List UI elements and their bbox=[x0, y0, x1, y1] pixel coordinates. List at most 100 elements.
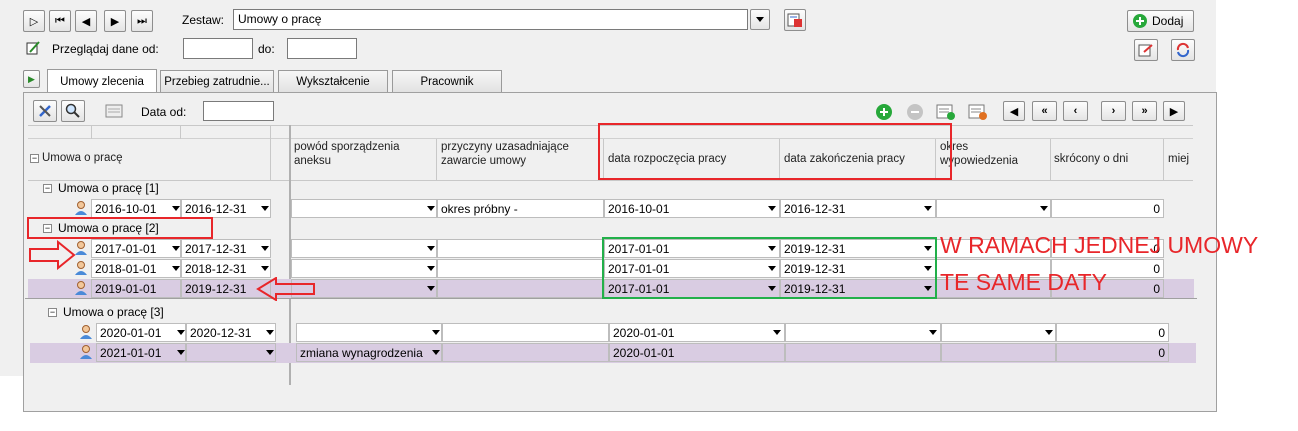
tab-umowy-zlecenia[interactable]: Umowy zlecenia bbox=[47, 69, 157, 93]
zestaw-select[interactable]: Umowy o pracę bbox=[233, 9, 748, 30]
row-przyczyny-cell[interactable] bbox=[437, 279, 604, 298]
group-toggle[interactable]: − bbox=[43, 184, 52, 193]
col-header-skrocony[interactable]: skrócony o dni bbox=[1054, 152, 1128, 166]
chevron-down-icon[interactable] bbox=[261, 266, 269, 271]
tab-przebieg[interactable]: Przebieg zatrudnie... bbox=[160, 70, 274, 92]
chevron-down-icon[interactable] bbox=[1045, 330, 1053, 335]
row-zak-cell[interactable] bbox=[785, 343, 941, 362]
chevron-down-icon[interactable] bbox=[427, 266, 435, 271]
col-header-powod[interactable]: powód sporządzenia aneksu bbox=[294, 140, 429, 168]
nav-prev-button[interactable]: ◀ bbox=[75, 10, 97, 32]
col-header-miej[interactable]: miej bbox=[1168, 152, 1189, 166]
chevron-down-icon[interactable] bbox=[1040, 206, 1048, 211]
col-header-okres[interactable]: okres wypowiedzenia bbox=[940, 140, 1040, 168]
chevron-down-icon[interactable] bbox=[929, 330, 937, 335]
row-to-cell[interactable]: 2018-12-31 bbox=[181, 259, 271, 278]
row-przyczyny-cell[interactable] bbox=[437, 239, 604, 258]
row-from-cell[interactable]: 2021-01-01 bbox=[96, 343, 186, 362]
remove-list-icon[interactable] bbox=[968, 103, 988, 121]
row-powod-cell[interactable]: zmiana wynagrodzenia bbox=[296, 343, 442, 362]
row-powod-cell[interactable] bbox=[291, 199, 437, 218]
calendar-icon[interactable] bbox=[105, 104, 123, 118]
group-label[interactable]: Umowa o pracę [3] bbox=[63, 305, 164, 319]
row-dni-cell[interactable]: 0 bbox=[1056, 343, 1169, 362]
row-rozp-cell[interactable]: 2020-01-01 bbox=[609, 323, 785, 342]
row-przyczyny-cell[interactable]: okres próbny - bbox=[437, 199, 604, 218]
row-rozp-cell[interactable]: 2016-10-01 bbox=[604, 199, 780, 218]
row-przyczyny-cell[interactable] bbox=[442, 343, 609, 362]
grid-next-page-button[interactable]: › bbox=[1101, 101, 1126, 121]
chevron-down-icon[interactable] bbox=[177, 350, 185, 355]
row-to-cell[interactable]: 2020-12-31 bbox=[186, 323, 276, 342]
col-header-umowa[interactable]: Umowa o pracę bbox=[42, 151, 123, 165]
nav-first-button[interactable]: ⏮ bbox=[49, 10, 71, 32]
chevron-down-icon[interactable] bbox=[177, 330, 185, 335]
chevron-down-icon[interactable] bbox=[427, 246, 435, 251]
dodaj-button[interactable]: Dodaj bbox=[1127, 10, 1194, 32]
export-button[interactable] bbox=[1134, 39, 1158, 61]
row-to-cell[interactable]: 2016-12-31 bbox=[181, 199, 271, 218]
row-from-cell[interactable]: 2018-01-01 bbox=[91, 259, 181, 278]
row-zak-cell[interactable] bbox=[785, 323, 941, 342]
chevron-down-icon[interactable] bbox=[172, 206, 180, 211]
date-to-input[interactable] bbox=[287, 38, 357, 59]
chevron-down-icon[interactable] bbox=[172, 266, 180, 271]
chevron-down-icon[interactable] bbox=[773, 330, 781, 335]
zestaw-config-button[interactable] bbox=[784, 9, 806, 31]
first-record-button[interactable]: ▷ bbox=[23, 10, 45, 32]
row-okres-cell[interactable] bbox=[941, 343, 1056, 362]
chevron-down-icon[interactable] bbox=[427, 206, 435, 211]
chevron-down-icon[interactable] bbox=[924, 206, 932, 211]
add-row-icon[interactable] bbox=[875, 103, 893, 121]
add-list-icon[interactable] bbox=[936, 103, 956, 121]
row-from-cell[interactable]: 2017-01-01 bbox=[91, 239, 181, 258]
search-icon bbox=[65, 103, 80, 118]
refresh-button[interactable] bbox=[1171, 39, 1195, 61]
chevron-down-icon[interactable] bbox=[432, 330, 440, 335]
row-przyczyny-cell[interactable] bbox=[442, 323, 609, 342]
row-dni-cell[interactable]: 0 bbox=[1056, 323, 1169, 342]
row-rozp-cell[interactable]: 2020-01-01 bbox=[609, 343, 785, 362]
grid-next-button[interactable]: ▶ bbox=[1163, 101, 1185, 121]
row-to-cell[interactable] bbox=[186, 343, 276, 362]
chevron-down-icon[interactable] bbox=[266, 330, 274, 335]
chevron-down-icon[interactable] bbox=[172, 246, 180, 251]
row-from-cell[interactable]: 2019-01-01 bbox=[91, 279, 181, 298]
nav-last-button[interactable]: ⏭ bbox=[131, 10, 153, 32]
chevron-down-icon[interactable] bbox=[427, 286, 435, 291]
zestaw-dropdown-button[interactable] bbox=[750, 9, 770, 30]
tab-wyksztalcenie[interactable]: Wykształcenie bbox=[278, 70, 388, 92]
group-label[interactable]: Umowa o pracę [1] bbox=[58, 181, 159, 195]
chevron-down-icon[interactable] bbox=[768, 206, 776, 211]
tab-pracownik[interactable]: Pracownik bbox=[392, 70, 502, 92]
grid-prev-page-button[interactable]: ‹ bbox=[1063, 101, 1088, 121]
row-powod-cell[interactable] bbox=[291, 239, 437, 258]
grid-prev-button[interactable]: ◀ bbox=[1003, 101, 1025, 121]
row-from-cell[interactable]: 2016-10-01 bbox=[91, 199, 181, 218]
tab-expand-button[interactable]: ▶ bbox=[23, 70, 40, 88]
row-to-cell[interactable]: 2017-12-31 bbox=[181, 239, 271, 258]
row-from-cell[interactable]: 2020-01-01 bbox=[96, 323, 186, 342]
search-button[interactable] bbox=[61, 100, 85, 122]
collapse-all-toggle[interactable]: − bbox=[30, 154, 39, 163]
row-okres-cell[interactable] bbox=[941, 323, 1056, 342]
remove-row-icon[interactable] bbox=[906, 103, 924, 121]
col-header-przyczyny[interactable]: przyczyny uzasadniające zawarcie umowy bbox=[441, 140, 596, 168]
row-dni-cell[interactable]: 0 bbox=[1051, 199, 1164, 218]
grid-last-page-button[interactable]: » bbox=[1132, 101, 1157, 121]
chevron-down-icon[interactable] bbox=[266, 350, 274, 355]
row-powod-cell[interactable] bbox=[296, 323, 442, 342]
row-powod-cell[interactable] bbox=[291, 259, 437, 278]
tools-button[interactable] bbox=[33, 100, 57, 122]
grid-first-page-button[interactable]: « bbox=[1032, 101, 1057, 121]
group-toggle[interactable]: − bbox=[48, 308, 57, 317]
row-zak-cell[interactable]: 2016-12-31 bbox=[780, 199, 936, 218]
data-od-input[interactable] bbox=[203, 101, 274, 121]
chevron-down-icon[interactable] bbox=[261, 246, 269, 251]
nav-next-button[interactable]: ▶ bbox=[104, 10, 126, 32]
row-okres-cell[interactable] bbox=[936, 199, 1051, 218]
chevron-down-icon[interactable] bbox=[261, 206, 269, 211]
chevron-down-icon[interactable] bbox=[432, 350, 440, 355]
row-przyczyny-cell[interactable] bbox=[437, 259, 604, 278]
date-from-input[interactable] bbox=[183, 38, 253, 59]
